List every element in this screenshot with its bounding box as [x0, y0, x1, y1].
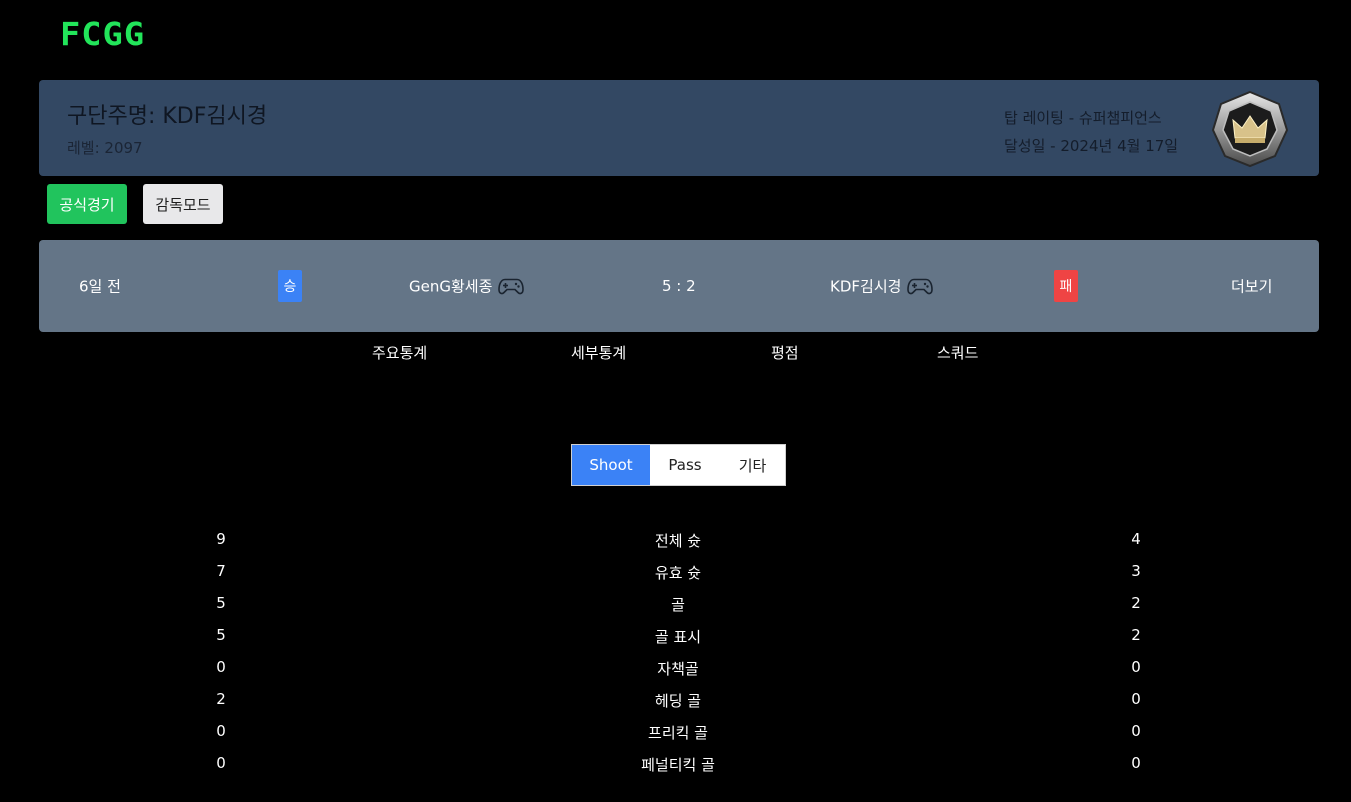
tab-main-stats[interactable]: 주요통계 [372, 342, 427, 363]
stat-label: 골 [671, 596, 685, 614]
home-value: 5 [216, 626, 226, 644]
table-row: 9 전체 슛 4 [0, 526, 1351, 558]
owner-name: 구단주명: KDF김시경 [67, 104, 268, 129]
away-value: 0 [1131, 658, 1141, 676]
segment-shoot[interactable]: Shoot [572, 445, 650, 485]
home-value: 7 [216, 562, 226, 580]
rank-info: 탑 레이팅 - 슈퍼챔피언스 달성일 - 2024년 4월 17일 [1004, 104, 1178, 160]
stat-label: 자책골 [657, 660, 699, 678]
tab-squad[interactable]: 스쿼드 [937, 342, 978, 363]
stat-label: 유효 슛 [654, 564, 702, 582]
super-champions-crown-badge-icon [1209, 88, 1291, 170]
stat-label: 프리킥 골 [648, 724, 708, 742]
lose-badge: 패 [1054, 270, 1078, 302]
manager-mode-button[interactable]: 감독모드 [143, 184, 223, 224]
match-score: 5 : 2 [662, 277, 696, 295]
owner-level: 레벨: 2097 [67, 139, 143, 157]
away-value: 2 [1131, 594, 1141, 612]
table-row: 0 페널티킥 골 0 [0, 750, 1351, 782]
achieved-date: 달성일 - 2024년 4월 17일 [1004, 137, 1179, 155]
away-player-name: KDF김시경 [830, 277, 902, 296]
match-card[interactable]: 6일 전 승 GenG황세종 5 : 2 KDF김시경 패 더보기 [39, 240, 1319, 332]
home-value: 9 [216, 530, 226, 548]
away-value: 2 [1131, 626, 1141, 644]
home-value: 5 [216, 594, 226, 612]
top-rating: 탑 레이팅 - 슈퍼챔피언스 [1004, 109, 1162, 127]
stat-label: 페널티킥 골 [641, 756, 715, 774]
stat-label: 골 표시 [654, 628, 702, 646]
stat-label: 전체 슛 [654, 532, 702, 550]
stat-category-toggle: Shoot Pass 기타 [571, 444, 786, 486]
home-value: 2 [216, 690, 226, 708]
win-badge: 승 [278, 270, 302, 302]
home-player: GenG황세종 [409, 276, 525, 297]
gamepad-icon [907, 278, 934, 294]
segment-pass[interactable]: Pass [650, 445, 720, 485]
away-value: 3 [1131, 562, 1141, 580]
tab-detail-stats[interactable]: 세부통계 [571, 342, 626, 363]
segment-other[interactable]: 기타 [720, 445, 785, 485]
table-row: 2 헤딩 골 0 [0, 686, 1351, 718]
away-value: 0 [1131, 754, 1141, 772]
fcgg-logo[interactable]: FCGG [60, 15, 145, 53]
stats-tabs: 주요통계 세부통계 평점 스쿼드 [0, 342, 1351, 364]
official-match-button[interactable]: 공식경기 [47, 184, 127, 224]
away-value: 0 [1131, 722, 1141, 740]
tab-rating[interactable]: 평점 [771, 342, 799, 363]
match-time: 6일 전 [79, 277, 121, 296]
more-button[interactable]: 더보기 [1231, 276, 1272, 297]
away-value: 0 [1131, 690, 1141, 708]
home-value: 0 [216, 658, 226, 676]
home-value: 0 [216, 754, 226, 772]
table-row: 0 프리킥 골 0 [0, 718, 1351, 750]
stat-label: 헤딩 골 [654, 692, 702, 710]
gamepad-icon [498, 278, 525, 294]
stats-table: 9 전체 슛 4 7 유효 슛 3 5 골 2 5 골 표시 2 0 자책골 0… [0, 526, 1351, 782]
away-value: 4 [1131, 530, 1141, 548]
away-player: KDF김시경 [830, 276, 934, 297]
table-row: 5 골 표시 2 [0, 622, 1351, 654]
table-row: 7 유효 슛 3 [0, 558, 1351, 590]
home-player-name: GenG황세종 [409, 277, 493, 296]
table-row: 0 자책골 0 [0, 654, 1351, 686]
table-row: 5 골 2 [0, 590, 1351, 622]
profile-card: 구단주명: KDF김시경 레벨: 2097 탑 레이팅 - 슈퍼챔피언스 달성일… [39, 80, 1319, 176]
home-value: 0 [216, 722, 226, 740]
